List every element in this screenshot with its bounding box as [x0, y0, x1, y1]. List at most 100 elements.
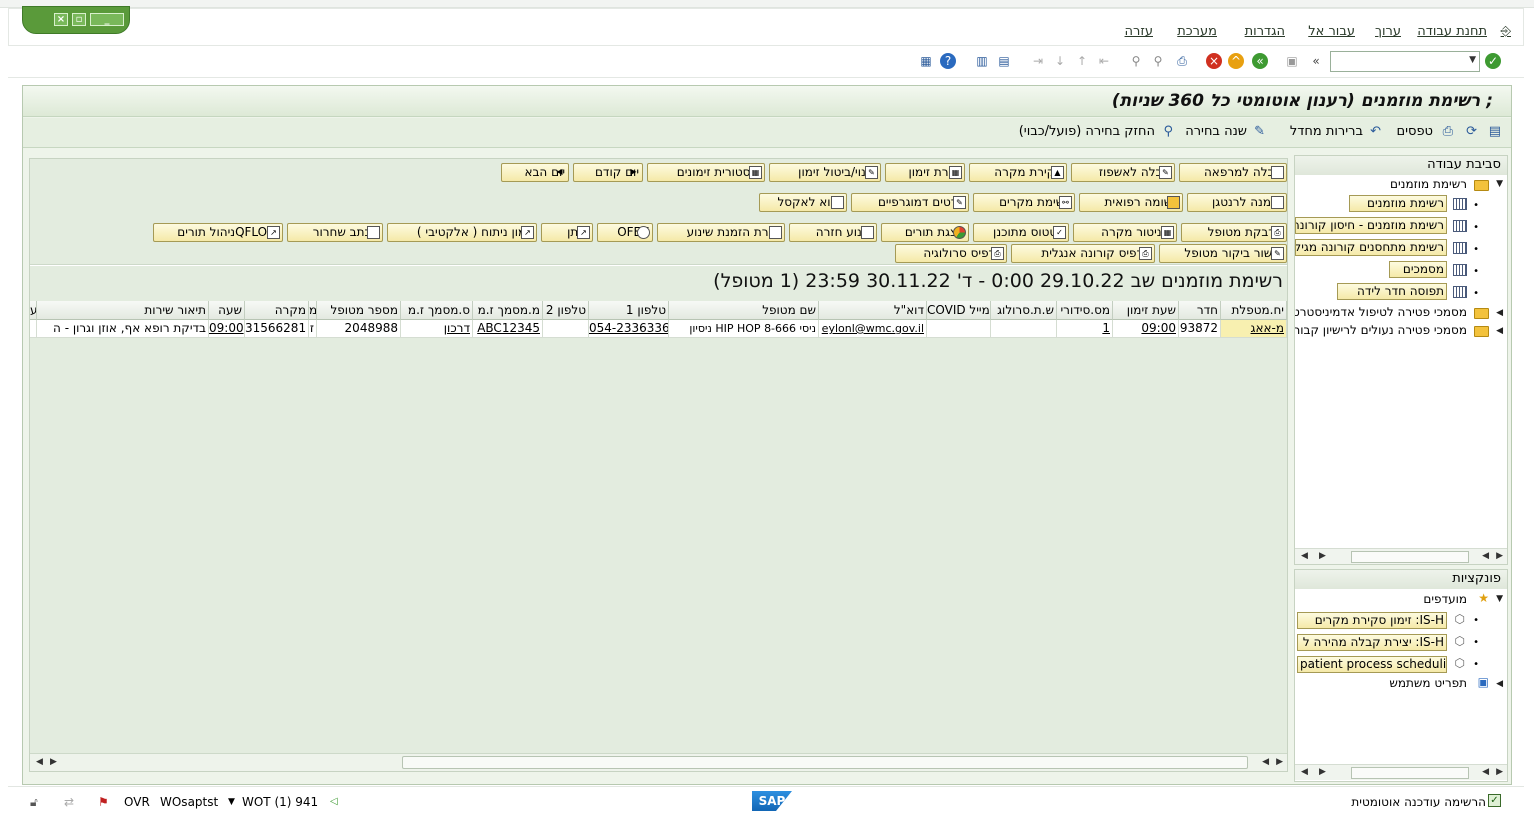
table-cell-phone1[interactable]: 054-2336336: [589, 320, 669, 338]
close-window-icon[interactable]: ×: [54, 13, 68, 26]
menu-item-settings[interactable]: הגדרות: [1245, 24, 1285, 39]
column-header[interactable]: שעה: [209, 301, 245, 320]
table-horizontal-scrollbar[interactable]: ◀ ▶ ◀ ▶: [30, 753, 1287, 771]
restore-window-icon[interactable]: ▫: [72, 13, 86, 26]
find-next-icon[interactable]: ⚲: [1150, 53, 1166, 69]
favorite-item[interactable]: IS-H: יצירת קבלה מהירה ל: [1297, 634, 1447, 651]
column-header[interactable]: COVID מייל: [927, 301, 991, 320]
tree-folder[interactable]: מסמכי פטירה לטיפול אדמיניסטרטיבי: [1295, 305, 1467, 319]
case-list-button[interactable]: ⚯ רשימת מקרים: [973, 193, 1075, 212]
lock-icon[interactable]: 🔓︎: [30, 795, 38, 810]
table-cell-hour[interactable]: 09:00: [209, 320, 245, 338]
back-icon[interactable]: «: [1252, 53, 1268, 69]
scroll-left-icon[interactable]: ◀: [1301, 767, 1308, 777]
menu-item-help[interactable]: עזרה: [1125, 24, 1153, 39]
forms-button[interactable]: טפסים: [1396, 124, 1433, 139]
tree-item[interactable]: רשימת מתחסנים קורונה מגיל: [1295, 239, 1447, 256]
column-header[interactable]: שעת זימון: [1113, 301, 1179, 320]
appointment-history-button[interactable]: ▦ היסטורית זימונים: [647, 163, 765, 182]
table-cell-doc-type[interactable]: דרכון: [401, 320, 473, 338]
find-icon[interactable]: ⚲: [1128, 53, 1144, 69]
column-header[interactable]: מספר מטופל: [317, 301, 401, 320]
tree-item[interactable]: רשימת מוזמנים - חיסון קורונה: [1295, 217, 1447, 234]
covid-english-print-button[interactable]: ⎙ תדפיס קורונה אנגלית: [1011, 244, 1155, 263]
table-cell-doc-number[interactable]: ABC12345: [473, 320, 543, 338]
cancel-icon[interactable]: ×: [1206, 53, 1222, 69]
layout-menu-icon[interactable]: ▦: [918, 53, 934, 69]
menu-item-workstation[interactable]: תחנת עבודה: [1417, 24, 1487, 39]
pin-icon[interactable]: ⚲: [1163, 124, 1173, 139]
scroll-right-icon[interactable]: ▶: [1276, 757, 1283, 767]
serology-print-button[interactable]: ⎙ תדפיס סרולוגיה: [895, 244, 1007, 263]
double-chevron-icon[interactable]: «: [1308, 53, 1324, 69]
collapse-arrow-icon[interactable]: ◀: [1496, 308, 1503, 318]
scroll-thumb[interactable]: [402, 756, 1248, 769]
scroll-right-icon[interactable]: ▶: [1319, 767, 1326, 777]
create-shortcut-icon[interactable]: ▥: [974, 53, 990, 69]
column-header[interactable]: שם מטופל: [669, 301, 819, 320]
column-header[interactable]: יח.מטפלת: [1221, 301, 1287, 320]
case-review-button[interactable]: ▲ סקירת מקרה: [969, 163, 1067, 182]
chevron-down-icon[interactable]: ▼: [228, 797, 235, 807]
pencil-icon[interactable]: ✎: [1254, 124, 1265, 139]
create-transport-order-button[interactable]: יצירת הזמנת שינוע: [657, 223, 785, 242]
exit-icon[interactable]: ^: [1228, 53, 1244, 69]
export-excel-button[interactable]: ייצוא לאקסל: [759, 193, 847, 212]
column-header[interactable]: ע: [30, 301, 37, 320]
column-header[interactable]: חדר: [1179, 301, 1221, 320]
scroll-right-icon[interactable]: ▶: [50, 757, 57, 767]
new-session-icon[interactable]: ▤: [996, 53, 1012, 69]
hospital-admission-button[interactable]: ✎ קבלה לאשפוז: [1071, 163, 1175, 182]
eitan-button[interactable]: ↗איתן: [541, 223, 593, 242]
save-icon[interactable]: ▣: [1284, 53, 1300, 69]
minimize-window-icon[interactable]: _: [90, 13, 124, 26]
menu-workstation-icon[interactable]: ⎆: [1501, 24, 1511, 39]
print-icon[interactable]: ⎙: [1174, 53, 1190, 69]
column-header[interactable]: ס.מסמך ז.מ: [401, 301, 473, 320]
column-header[interactable]: דוא"ל: [819, 301, 927, 320]
expand-arrow-icon[interactable]: ▼: [1496, 179, 1503, 189]
checkbox-icon[interactable]: ✓: [1488, 794, 1501, 807]
undo-icon[interactable]: ↶: [1370, 124, 1381, 139]
table-cell-unit[interactable]: מ-אאג: [1221, 320, 1287, 338]
discharge-letter-button[interactable]: מכתב שחרור: [287, 223, 383, 242]
table-cell-appt-time[interactable]: 09:00: [1113, 320, 1179, 338]
hold-selection-button[interactable]: החזק בחירה (פועל/כבוי): [1019, 124, 1155, 139]
scroll-left-icon[interactable]: ◀: [36, 757, 43, 767]
table-cell-serial[interactable]: 1: [1057, 320, 1113, 338]
tree-item[interactable]: רשימת מוזמנים: [1349, 195, 1447, 212]
return-transport-button[interactable]: שינוע חזרה: [789, 223, 877, 242]
expand-arrow-icon[interactable]: ▼: [1496, 594, 1503, 604]
column-header[interactable]: מקרה: [245, 301, 309, 320]
show-queues-button[interactable]: הצגת תורים: [881, 223, 969, 242]
scroll-right-icon[interactable]: ▶: [1496, 767, 1503, 777]
first-page-icon[interactable]: ⇤: [1096, 53, 1112, 69]
column-header[interactable]: ש.ת.סרולוג: [991, 301, 1057, 320]
collapse-arrow-icon[interactable]: ◀: [1496, 326, 1503, 336]
demographic-details-button[interactable]: ✎ פרטים דמוגרפיים: [851, 193, 969, 212]
favorites-label[interactable]: מועדפים: [1423, 592, 1467, 606]
create-appointment-button[interactable]: ▦ יצירת זימון: [885, 163, 965, 182]
planned-status-button[interactable]: ✓ סטטוס מתוכנן: [973, 223, 1069, 242]
favorite-item[interactable]: IS-H: זימון סקירת מקרים: [1297, 612, 1447, 629]
panel-horizontal-scrollbar[interactable]: ◀ ▶ ◀ ▶: [1295, 548, 1507, 564]
column-header[interactable]: מס.סידורי: [1057, 301, 1113, 320]
transfer-icon[interactable]: ⇄: [64, 795, 74, 809]
layout-icon[interactable]: ▤: [1489, 124, 1501, 139]
triangle-left-icon[interactable]: ◁: [330, 796, 338, 807]
case-monitor-button[interactable]: ▦ מוניטור מקרה: [1073, 223, 1177, 242]
clinic-admission-button[interactable]: קבלה למרפאה: [1179, 163, 1287, 182]
column-header[interactable]: טלפון 2: [543, 301, 589, 320]
column-header[interactable]: מ: [309, 301, 317, 320]
elective-surgery-button[interactable]: ↗ זימון ניתוח ( אלקטיבי ): [387, 223, 537, 242]
flag-icon[interactable]: ⚑: [98, 795, 109, 809]
tree-item[interactable]: מסמכים: [1389, 261, 1447, 278]
scroll-left-icon[interactable]: ◀: [1482, 551, 1489, 561]
tree-root-label[interactable]: רשימת מוזמנים: [1390, 177, 1467, 191]
last-page-icon[interactable]: ⇥: [1030, 53, 1046, 69]
command-field[interactable]: ▼: [1330, 51, 1480, 72]
print-forms-icon[interactable]: ⎙: [1443, 124, 1453, 139]
user-menu-label[interactable]: תפריט משתמש: [1389, 676, 1467, 690]
qflow-queue-button[interactable]: ↗ QFLOWניהול תורים: [153, 223, 283, 242]
scroll-left-icon[interactable]: ◀: [1262, 757, 1269, 767]
